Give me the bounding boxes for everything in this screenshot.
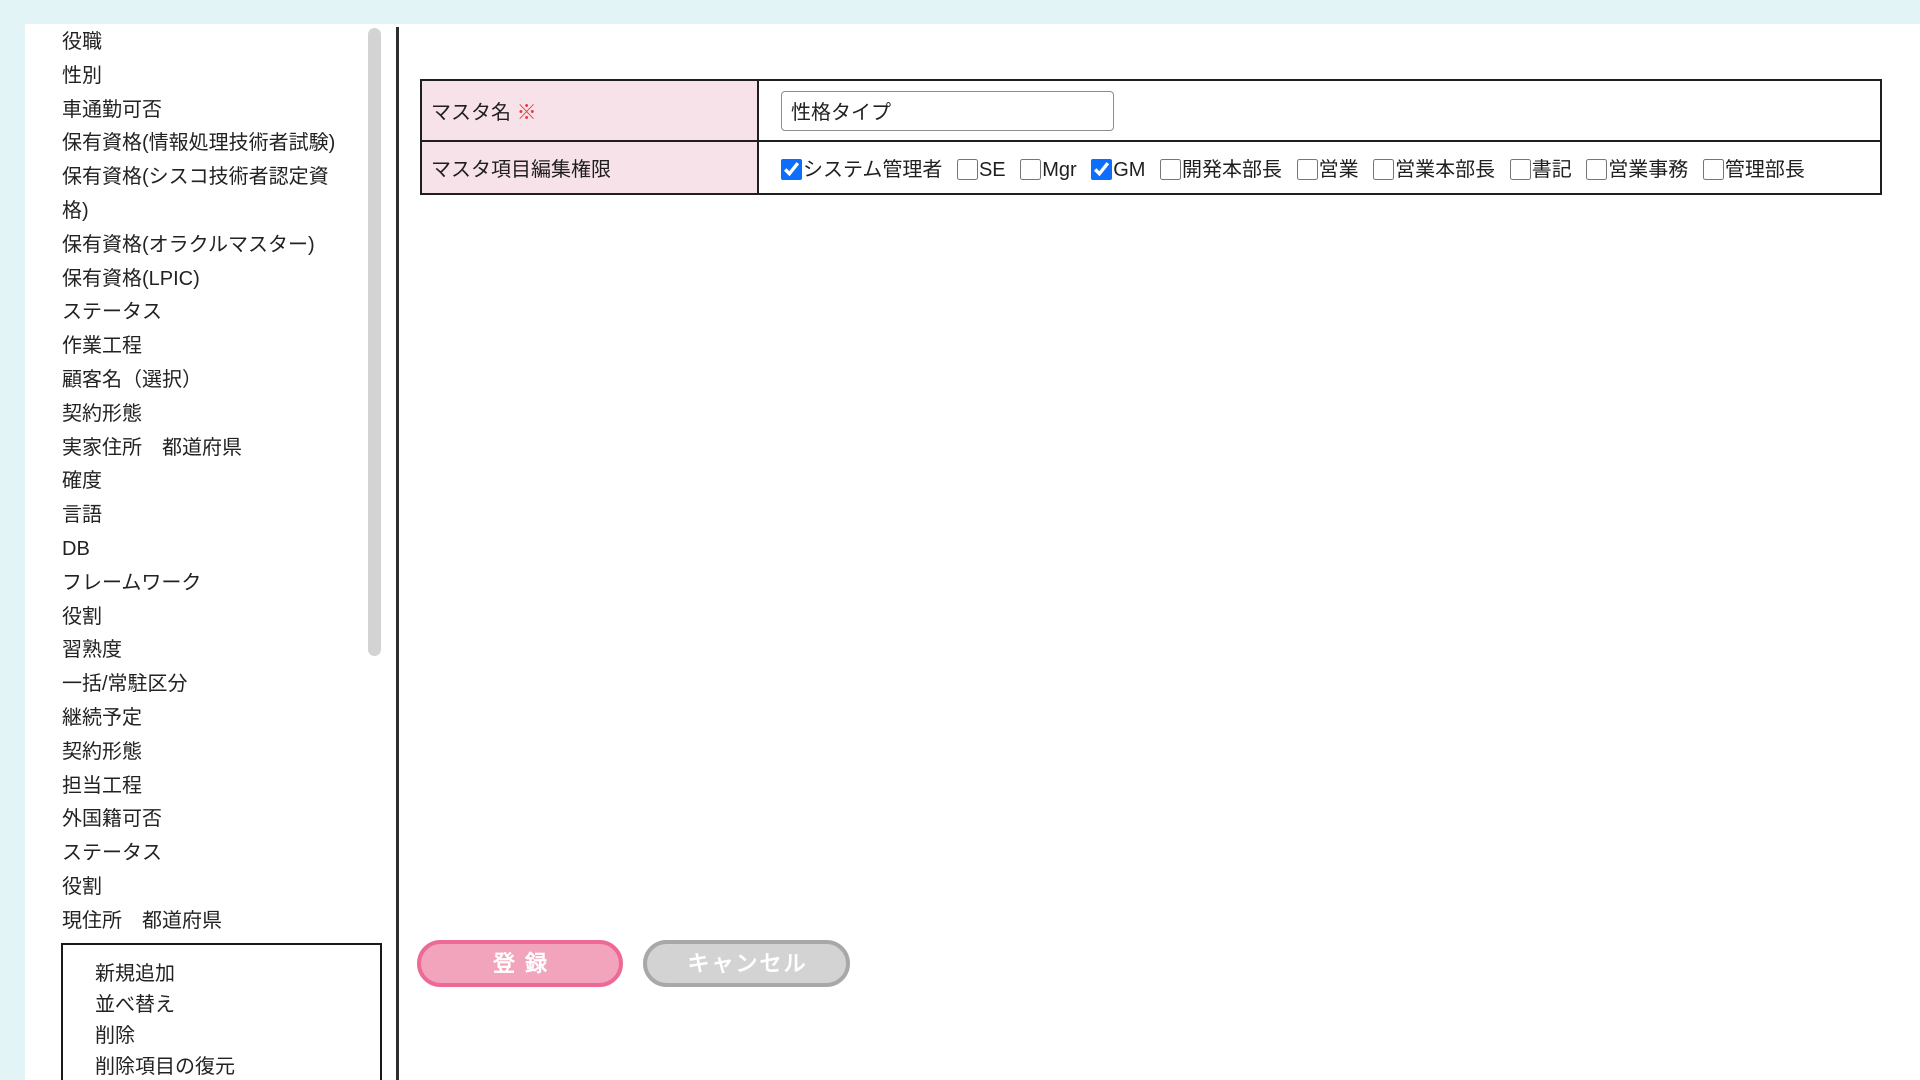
master-list-item[interactable]: 役職 (62, 26, 348, 60)
permission-checkbox[interactable] (1586, 159, 1607, 180)
master-list-item[interactable]: フレームワーク (62, 567, 348, 601)
master-list-item[interactable]: 現住所 都道府県 (62, 905, 348, 929)
master-name-label: マスタ名 (431, 102, 511, 124)
required-mark: ※ (517, 102, 537, 124)
permission-option: GM (1091, 159, 1145, 182)
permissions-value-cell: システム管理者 SE Mgr GM 開発本部長 営業 営業本部長 書記 営業事務… (758, 141, 1881, 194)
permission-checkbox[interactable] (781, 159, 802, 180)
permission-option: システム管理者 (781, 153, 942, 182)
master-list-item[interactable]: 契約形態 (62, 736, 348, 770)
permission-checkbox[interactable] (1020, 159, 1041, 180)
master-list-item[interactable]: ステータス (62, 837, 348, 871)
master-list-item[interactable]: 保有資格(オラクルマスター) (62, 229, 348, 263)
master-list-item[interactable]: 実家住所 都道府県 (62, 432, 348, 466)
master-list-item[interactable]: 作業工程 (62, 330, 348, 364)
permission-option: SE (957, 159, 1006, 182)
permission-option: 開発本部長 (1160, 153, 1282, 182)
master-list-item[interactable]: 一括/常駐区分 (62, 668, 348, 702)
cancel-button[interactable]: キャンセル (643, 940, 850, 987)
permissions-label: マスタ項目編集権限 (431, 159, 611, 181)
master-list-item[interactable]: ステータス (62, 296, 348, 330)
permission-checkbox[interactable] (1510, 159, 1531, 180)
master-list: 役職 性別 車通勤可否 保有資格(情報処理技術者試験) 保有資格(シスコ技術者認… (62, 26, 348, 929)
master-list-item[interactable]: 担当工程 (62, 770, 348, 804)
master-action-item[interactable]: 新規追加 (95, 959, 380, 990)
master-list-item[interactable]: 顧客名（選択） (62, 364, 348, 398)
permission-option-label: 書記 (1532, 159, 1572, 181)
master-list-item[interactable]: 確度 (62, 465, 348, 499)
master-list-item[interactable]: 保有資格(情報処理技術者試験) (62, 127, 348, 161)
master-list-item[interactable]: 継続予定 (62, 702, 348, 736)
master-list-item[interactable]: 保有資格(LPIC) (62, 263, 348, 297)
master-action-item[interactable]: 並べ替え (95, 990, 380, 1021)
vertical-divider (396, 27, 399, 1080)
permission-option-label: 営業本部長 (1395, 159, 1495, 181)
permissions-row: マスタ項目編集権限 システム管理者 SE Mgr GM 開発本部長 営業 営業本… (421, 141, 1881, 194)
master-name-label-cell: マスタ名 ※ (421, 80, 758, 141)
master-list-item[interactable]: 役割 (62, 871, 348, 905)
permission-option-label: 開発本部長 (1182, 159, 1282, 181)
permission-option-label: Mgr (1042, 159, 1076, 181)
master-list-item[interactable]: 外国籍可否 (62, 803, 348, 837)
master-action-item[interactable]: 削除 (95, 1021, 380, 1052)
master-list-item[interactable]: 役割 (62, 601, 348, 635)
permission-option: 営業本部長 (1373, 153, 1495, 182)
permission-checkbox[interactable] (1703, 159, 1724, 180)
permission-checkbox[interactable] (957, 159, 978, 180)
master-name-value-cell (758, 80, 1881, 141)
master-action-item[interactable]: 削除項目の復元 (95, 1052, 380, 1080)
master-edit-form: マスタ名 ※ マスタ項目編集権限 システム管理者 SE Mgr GM 開発本部長… (420, 79, 1882, 195)
permission-option-label: 管理部長 (1725, 159, 1805, 181)
sidebar-scrollbar-thumb[interactable] (368, 28, 381, 656)
master-list-item[interactable]: 性別 (62, 60, 348, 94)
permission-option-label: システム管理者 (803, 159, 942, 181)
permission-option: 営業 (1297, 153, 1359, 182)
permission-checkbox[interactable] (1373, 159, 1394, 180)
permission-option-label: GM (1113, 159, 1145, 181)
master-action-listbox: 新規追加 並べ替え 削除 削除項目の復元 (61, 943, 382, 1080)
permission-option-label: SE (979, 159, 1006, 181)
permission-option: 書記 (1510, 153, 1572, 182)
permission-checkbox[interactable] (1091, 159, 1112, 180)
master-list-item[interactable]: 保有資格(シスコ技術者認定資格) (62, 161, 348, 229)
master-name-row: マスタ名 ※ (421, 80, 1881, 141)
master-list-item[interactable]: 言語 (62, 499, 348, 533)
permission-option-label: 営業事務 (1608, 159, 1688, 181)
permission-option-label: 営業 (1319, 159, 1359, 181)
permission-option: 営業事務 (1586, 153, 1688, 182)
register-button[interactable]: 登録 (417, 940, 623, 987)
permission-option: 管理部長 (1703, 153, 1805, 182)
master-list-item[interactable]: 車通勤可否 (62, 94, 348, 128)
permission-option: Mgr (1020, 159, 1076, 182)
permission-checkbox[interactable] (1297, 159, 1318, 180)
permissions-label-cell: マスタ項目編集権限 (421, 141, 758, 194)
permission-checkbox[interactable] (1160, 159, 1181, 180)
master-list-item[interactable]: DB (62, 533, 348, 567)
master-list-item[interactable]: 契約形態 (62, 398, 348, 432)
master-list-item[interactable]: 習熟度 (62, 634, 348, 668)
master-name-input[interactable] (781, 91, 1114, 131)
